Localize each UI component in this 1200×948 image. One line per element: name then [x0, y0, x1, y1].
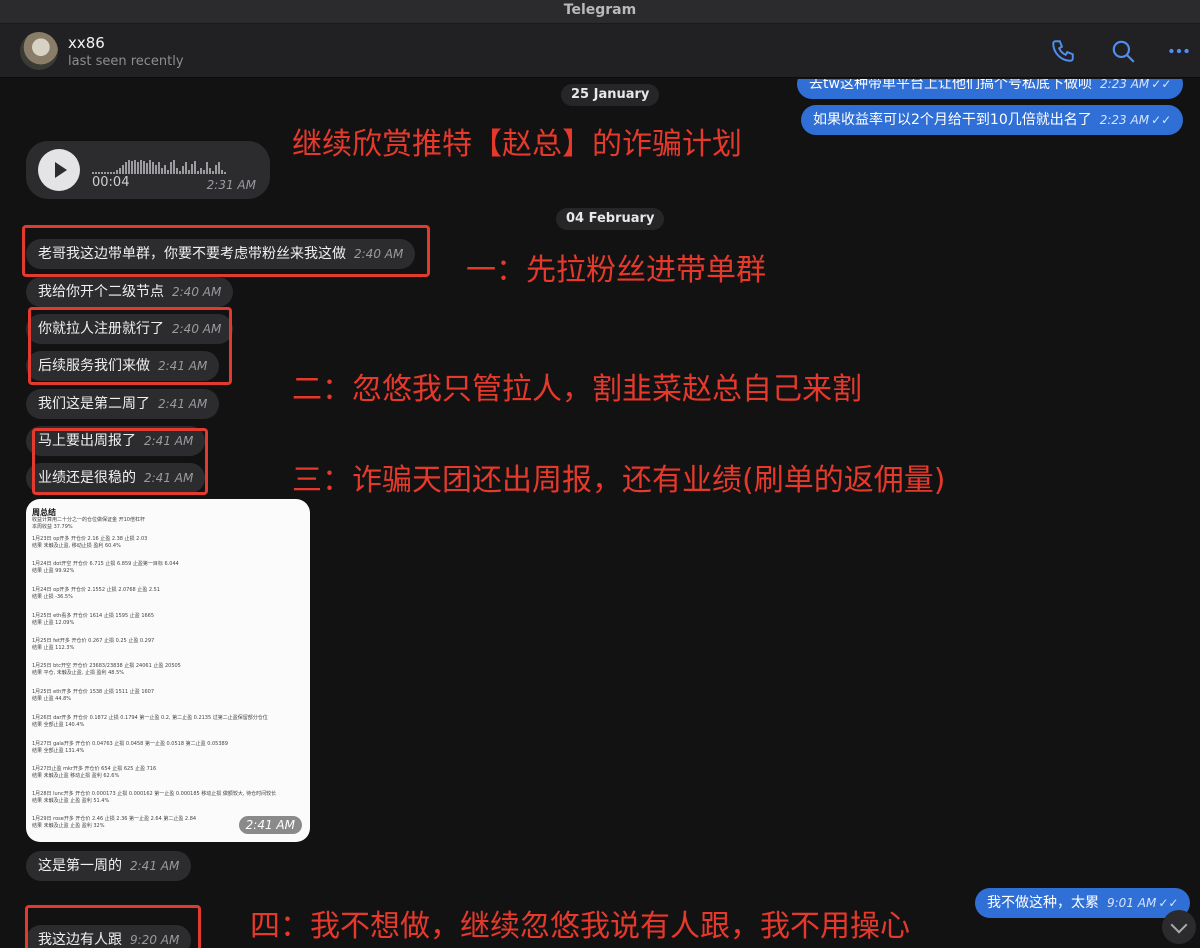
- report-line: 1月24日 op开多 开仓价 2.1552 止损 2.0768 止盈 2.51: [32, 587, 161, 593]
- annotation-title: 继续欣赏推特【赵总】的诈骗计划: [292, 127, 742, 162]
- date-separator: 25 January: [561, 84, 660, 106]
- window-title: Telegram: [563, 2, 637, 18]
- chat-name[interactable]: xx86: [68, 34, 105, 52]
- message-time: 2:31 AM: [206, 178, 256, 192]
- chat-status: last seen recently: [68, 54, 184, 69]
- report-line: 收益计算用二十分之一的仓位做保证金 开10倍杠杆: [32, 517, 145, 523]
- report-line: 结果 未触及止盈, 移动止损 盈利 60.4%: [32, 543, 121, 549]
- voice-duration: 00:04: [92, 175, 130, 190]
- report-line: 1月28日 lunc开多 开仓价 0.000173 止损 0.000162 第一…: [32, 791, 277, 797]
- search-icon[interactable]: [1110, 38, 1136, 64]
- annotation-step-one: 一：先拉粉丝进带单群: [466, 253, 766, 288]
- message-time: 2:41 AM: [238, 816, 302, 834]
- message-time: 2:23 AM: [1099, 79, 1150, 91]
- report-line: 1月23日 op开多 开仓价 2.16 止盈 2.38 止损 2.03: [32, 536, 148, 542]
- message-text: 如果收益率可以2个月给干到10几倍就出名了: [813, 112, 1092, 128]
- report-line: 结果 止损 -36.5%: [32, 594, 73, 600]
- incoming-message[interactable]: 我给你开个二级节点 2:40 AM: [26, 277, 234, 307]
- play-icon[interactable]: [38, 149, 80, 191]
- incoming-message[interactable]: 我们这是第二周了 2:41 AM: [26, 389, 220, 419]
- report-line: 结果 止盈 112.3%: [32, 645, 75, 651]
- report-line: 1月25日 eth看多 开仓价 1614 止损 1595 止盈 1665: [32, 613, 155, 619]
- message-time: 2:41 AM: [130, 859, 180, 873]
- annotation-box: [28, 307, 232, 385]
- report-line: 结果 全部止盈 140.4%: [32, 722, 85, 728]
- read-ticks-icon: ✓✓: [1151, 113, 1172, 127]
- outgoing-message[interactable]: 我不做这种，太累 9:01 AM ✓✓: [975, 888, 1191, 918]
- waveform[interactable]: [92, 155, 256, 174]
- message-text: 这是第一周的: [38, 858, 122, 874]
- report-line: 1月25日 btc开空 开仓价 23683/23838 止损 24061 止盈 …: [32, 663, 181, 669]
- annotation-box: [22, 225, 430, 277]
- message-time: 2:23 AM: [1099, 113, 1150, 127]
- annotation-box: [32, 428, 208, 495]
- chat-header: xx86 last seen recently: [0, 24, 1200, 78]
- report-line: 1月24日 dot开空 开仓价 6.715 止损 6.859 止盈第一目标 6.…: [32, 561, 179, 567]
- read-ticks-icon: ✓✓: [1158, 896, 1179, 910]
- report-line: 1月29日 rose开多 开仓价 2.46 止损 2.36 第一止盈 2.64 …: [32, 816, 197, 822]
- report-line: 结果 未触及止盈 止盈 盈利 51.4%: [32, 798, 110, 804]
- read-ticks-icon: ✓✓: [1151, 79, 1172, 91]
- report-line: 1月26日 dar开多 开仓价 0.1872 止损 0.1794 第一止盈 0.…: [32, 715, 268, 721]
- message-time: 9:01 AM: [1107, 896, 1157, 910]
- outgoing-message[interactable]: 去tw这种带单平台上让他们搞个号私底下做呗 2:23 AM ✓✓: [797, 79, 1184, 99]
- phone-icon[interactable]: [1050, 38, 1076, 64]
- annotation-step-three: 三：诈骗天团还出周报，还有业绩(刷单的返佣量): [292, 463, 946, 498]
- message-text: 去tw这种带单平台上让他们搞个号私底下做呗: [809, 79, 1092, 92]
- incoming-message[interactable]: 这是第一周的 2:41 AM: [26, 851, 192, 881]
- report-line: 本周收益 37.79%: [32, 524, 73, 530]
- report-line: 结果 全部止盈 131.4%: [32, 748, 85, 754]
- report-line: 结果 止盈 44.8%: [32, 696, 72, 702]
- message-time: 2:41 AM: [158, 397, 208, 411]
- annotation-box: [25, 905, 201, 948]
- message-text: 我们这是第二周了: [38, 396, 150, 412]
- chat-messages[interactable]: 去tw这种带单平台上让他们搞个号私底下做呗 2:23 AM ✓✓ 如果收益率可以2个…: [0, 79, 1200, 948]
- voice-message[interactable]: 00:04 2:31 AM: [26, 141, 270, 199]
- message-time: 2:40 AM: [172, 285, 222, 299]
- outgoing-message[interactable]: 如果收益率可以2个月给干到10几倍就出名了 2:23 AM ✓✓: [801, 105, 1184, 135]
- more-icon[interactable]: [1166, 38, 1192, 64]
- annotation-step-four: 四：我不想做，继续忽悠我说有人跟，我不用操心: [250, 909, 910, 944]
- report-line: 结果 未触及止盈 止盈 盈利 32%: [32, 823, 105, 829]
- chevron-down-icon[interactable]: [1162, 910, 1196, 944]
- report-line: 结果 止盈 99.92%: [32, 568, 75, 574]
- report-line: 1月25日 fet开多 开仓价 0.267 止损 0.25 止盈 0.297: [32, 638, 155, 644]
- report-image-message[interactable]: 周总结 收益计算用二十分之一的仓位做保证金 开10倍杠杆 本周收益 37.79%…: [26, 499, 310, 842]
- report-line: 1月27日 gala开多 开仓价 0.04763 止损 0.0458 第一止盈 …: [32, 741, 228, 747]
- report-line: 结果 止盈 12.09%: [32, 620, 75, 626]
- message-text: 我给你开个二级节点: [38, 284, 164, 300]
- avatar[interactable]: [20, 32, 58, 70]
- window-titlebar: Telegram: [0, 0, 1200, 24]
- report-line: 结果 未触及止盈 移动止损 盈利 62.6%: [32, 773, 120, 779]
- report-line: 结果 平仓, 未触及止盈, 止损 盈利 48.5%: [32, 670, 125, 676]
- report-line: 1月25日 eth开多 开仓价 1538 止损 1511 止盈 1607: [32, 689, 155, 695]
- report-line: 1月27日止盈 mkr开多 开仓价 654 止损 625 止盈 716: [32, 766, 157, 772]
- annotation-step-two: 二：忽悠我只管拉人，割韭菜赵总自己来割: [292, 372, 862, 407]
- message-text: 我不做这种，太累: [987, 895, 1099, 911]
- date-separator: 04 February: [556, 208, 665, 230]
